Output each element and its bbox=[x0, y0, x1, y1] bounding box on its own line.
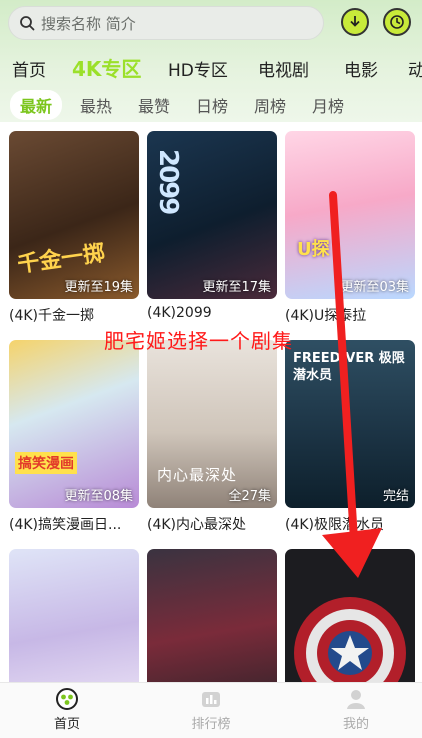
poster-title-art: FREEDIVER 极限潜水员 bbox=[293, 351, 405, 383]
sort-liked[interactable]: 最赞 bbox=[138, 93, 170, 117]
card-title: (4K)搞笑漫画日... bbox=[9, 517, 122, 533]
poster-image: 2099 更新至17集 bbox=[147, 131, 277, 299]
search-bar[interactable]: 搜索名称 简介 bbox=[8, 6, 324, 40]
shield-icon bbox=[294, 597, 406, 682]
nav-ranking[interactable]: 排行榜 bbox=[166, 687, 256, 732]
history-icon bbox=[390, 15, 404, 29]
poster-image bbox=[147, 549, 277, 682]
nav-label: 首页 bbox=[53, 717, 80, 732]
nav-profile[interactable]: 我的 bbox=[311, 687, 401, 732]
card-title: (4K)内心最深处 bbox=[147, 517, 247, 533]
episode-badge: 完结 bbox=[382, 489, 409, 504]
ranking-icon bbox=[202, 692, 220, 707]
episode-badge: 全27集 bbox=[228, 489, 271, 504]
sort-monthly[interactable]: 月榜 bbox=[312, 93, 344, 117]
history-button[interactable] bbox=[383, 8, 411, 36]
poster-image: U探 更新至03集 bbox=[285, 131, 415, 299]
annotation-text: 肥宅姬选择一个剧集 bbox=[104, 329, 293, 353]
poster-title-art: U探 bbox=[297, 239, 330, 260]
drama-card[interactable]: FREEDIVER 极限潜水员 完结 (4K)极限潜水员 bbox=[285, 340, 415, 534]
poster-image: 千金一掷 更新至19集 bbox=[9, 131, 139, 299]
poster-image: 搞笑漫画 更新至08集 bbox=[9, 340, 139, 508]
card-title: (4K)千金一掷 bbox=[9, 308, 95, 324]
drama-card[interactable]: 内心最深处 全27集 (4K)内心最深处 bbox=[147, 340, 277, 534]
poster-image bbox=[285, 549, 415, 682]
poster-title-art: 内心最深处 bbox=[157, 466, 238, 484]
drama-card[interactable]: 搞笑漫画 更新至08集 (4K)搞笑漫画日... bbox=[9, 340, 139, 534]
tab-hd[interactable]: HD专区 bbox=[168, 56, 228, 81]
tab-4k[interactable]: 4K专区 bbox=[72, 53, 141, 82]
download-button[interactable] bbox=[341, 8, 369, 36]
drama-card[interactable]: 2099 更新至17集 (4K)2099 bbox=[147, 131, 277, 321]
poster-image: FREEDIVER 极限潜水员 完结 bbox=[285, 340, 415, 508]
card-title: (4K)2099 bbox=[147, 305, 212, 321]
sort-latest[interactable]: 最新 bbox=[10, 90, 63, 120]
download-icon bbox=[350, 16, 360, 27]
tab-tv[interactable]: 电视剧 bbox=[258, 56, 309, 81]
search-icon bbox=[20, 16, 35, 31]
sort-daily[interactable]: 日榜 bbox=[196, 93, 228, 117]
drama-card[interactable]: U探 更新至03集 (4K)U探泰拉 bbox=[285, 131, 415, 325]
episode-badge: 更新至08集 bbox=[64, 489, 133, 504]
nav-label: 排行榜 bbox=[191, 717, 231, 732]
poster-title-art: 千金一掷 bbox=[16, 240, 107, 278]
search-placeholder: 搜索名称 简介 bbox=[41, 14, 136, 33]
episode-badge: 更新至17集 bbox=[202, 280, 271, 295]
drama-card[interactable] bbox=[147, 549, 277, 682]
profile-icon bbox=[347, 690, 365, 709]
tab-anime[interactable]: 动 bbox=[408, 56, 422, 81]
tab-movie[interactable]: 电影 bbox=[344, 56, 378, 81]
bottom-nav: 首页 排行榜 我的 bbox=[0, 682, 422, 738]
poster-title-art: 2099 bbox=[153, 149, 183, 214]
drama-card[interactable] bbox=[9, 549, 139, 682]
sort-weekly[interactable]: 周榜 bbox=[254, 93, 286, 117]
nav-home[interactable]: 首页 bbox=[22, 687, 112, 732]
drama-card[interactable] bbox=[285, 549, 415, 682]
category-tabs: 首页 4K专区 HD专区 电视剧 电影 动 bbox=[0, 50, 422, 84]
poster-image bbox=[9, 549, 139, 682]
episode-badge: 更新至03集 bbox=[340, 280, 409, 295]
home-icon bbox=[56, 688, 78, 710]
card-title: (4K)极限潜水员 bbox=[285, 517, 385, 533]
sort-hot[interactable]: 最热 bbox=[80, 93, 112, 117]
drama-card[interactable]: 千金一掷 更新至19集 (4K)千金一掷 bbox=[9, 131, 139, 325]
card-title: (4K)U探泰拉 bbox=[285, 308, 367, 324]
poster-image: 内心最深处 全27集 bbox=[147, 340, 277, 508]
drama-grid: 千金一掷 更新至19集 (4K)千金一掷 2099 更新至17集 (4K)209… bbox=[0, 122, 422, 682]
episode-badge: 更新至19集 bbox=[64, 280, 133, 295]
nav-label: 我的 bbox=[342, 717, 369, 732]
tab-home[interactable]: 首页 bbox=[12, 56, 46, 81]
poster-title-art: 搞笑漫画 bbox=[15, 452, 77, 474]
sort-tabs: 最新 最热 最赞 日榜 周榜 月榜 bbox=[0, 90, 422, 120]
header: 搜索名称 简介 首页 4K专区 HD专区 电视剧 电影 动 最新 最热 最赞 日… bbox=[0, 0, 422, 122]
